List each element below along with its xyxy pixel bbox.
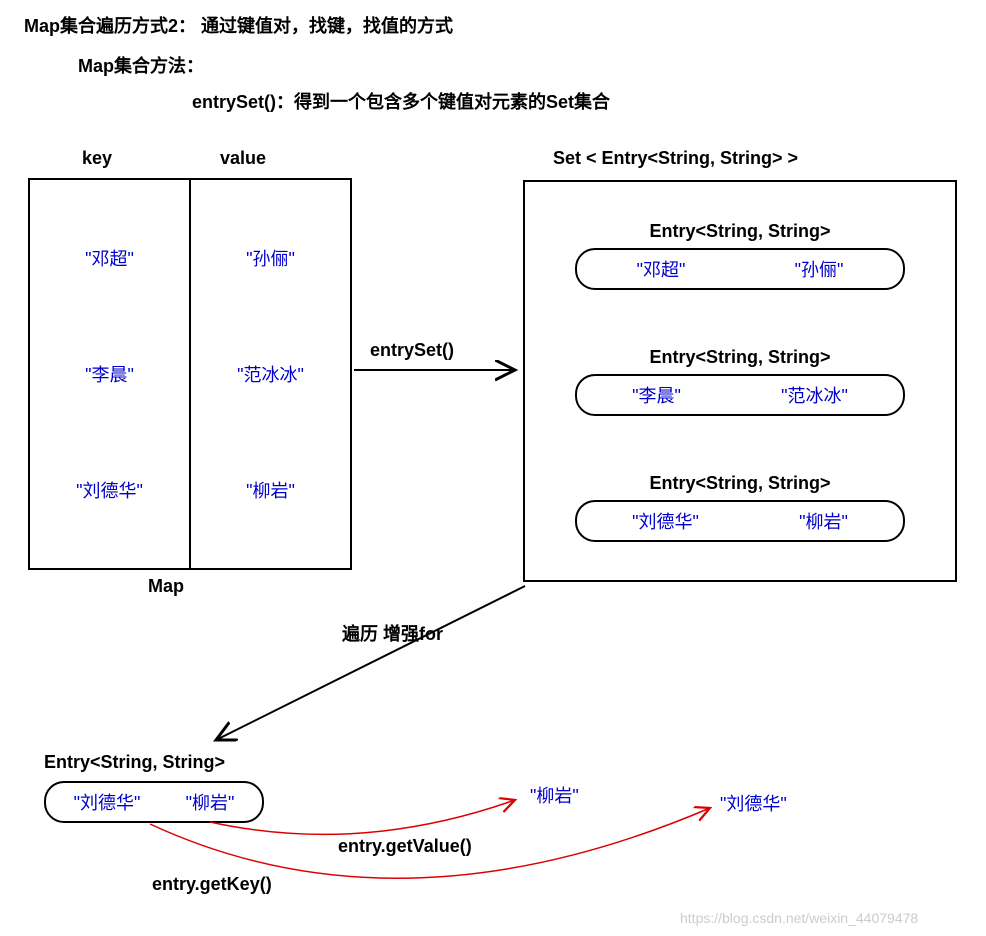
- entry-group-1: Entry<String, String> "李晨" "范冰冰": [535, 347, 945, 416]
- title-line-3: entrySet()：得到一个包含多个键值对元素的Set集合: [192, 88, 610, 114]
- bottom-entry-type: Entry<String, String>: [44, 752, 264, 773]
- title-line-2: Map集合方法：: [78, 52, 204, 78]
- entry-type-2: Entry<String, String>: [535, 473, 945, 494]
- map-value-column: "孙俪" "范冰冰" "柳岩": [191, 180, 350, 568]
- entry-value-1: "范冰冰": [781, 382, 848, 408]
- entry-key-1: "李晨": [632, 382, 681, 408]
- bottom-pill: "刘德华" "柳岩": [44, 781, 264, 823]
- watermark: https://blog.csdn.net/weixin_44079478: [680, 910, 918, 926]
- map-box: "邓超" "李晨" "刘德华" "孙俪" "范冰冰" "柳岩": [28, 178, 352, 570]
- entry-group-2: Entry<String, String> "刘德华" "柳岩": [535, 473, 945, 542]
- getvalue-label: entry.getValue(): [338, 836, 472, 857]
- entry-value-0: "孙俪": [795, 256, 844, 282]
- bottom-entry: Entry<String, String> "刘德华" "柳岩": [44, 752, 264, 823]
- key-header: key: [82, 148, 112, 169]
- bottom-value: "柳岩": [186, 789, 235, 815]
- entry-type-0: Entry<String, String>: [535, 221, 945, 242]
- entry-key-0: "邓超": [637, 256, 686, 282]
- entryset-label: entrySet(): [370, 340, 454, 361]
- getkey-label: entry.getKey(): [152, 874, 272, 895]
- iterate-label: 遍历 增强for: [342, 620, 443, 646]
- entry-pill-2: "刘德华" "柳岩": [575, 500, 905, 542]
- entry-group-0: Entry<String, String> "邓超" "孙俪": [535, 221, 945, 290]
- title-line-1: Map集合遍历方式2： 通过键值对，找键，找值的方式: [24, 12, 453, 38]
- map-value-0: "孙俪": [246, 245, 295, 271]
- map-value-1: "范冰冰": [237, 361, 304, 387]
- map-key-1: "李晨": [85, 361, 134, 387]
- key-result: "刘德华": [720, 790, 787, 816]
- set-box: Entry<String, String> "邓超" "孙俪" Entry<St…: [523, 180, 957, 582]
- iterate-arrow: [216, 586, 525, 740]
- set-header: Set < Entry<String, String> >: [553, 148, 798, 169]
- entry-pill-0: "邓超" "孙俪": [575, 248, 905, 290]
- entry-type-1: Entry<String, String>: [535, 347, 945, 368]
- map-key-column: "邓超" "李晨" "刘德华": [30, 180, 189, 568]
- entry-value-2: "柳岩": [799, 508, 848, 534]
- entry-pill-1: "李晨" "范冰冰": [575, 374, 905, 416]
- value-result: "柳岩": [530, 782, 579, 808]
- map-key-0: "邓超": [85, 245, 134, 271]
- map-value-2: "柳岩": [246, 477, 295, 503]
- map-key-2: "刘德华": [76, 477, 143, 503]
- bottom-key: "刘德华": [74, 789, 141, 815]
- value-header: value: [220, 148, 266, 169]
- entry-key-2: "刘德华": [632, 508, 699, 534]
- map-label: Map: [148, 576, 184, 597]
